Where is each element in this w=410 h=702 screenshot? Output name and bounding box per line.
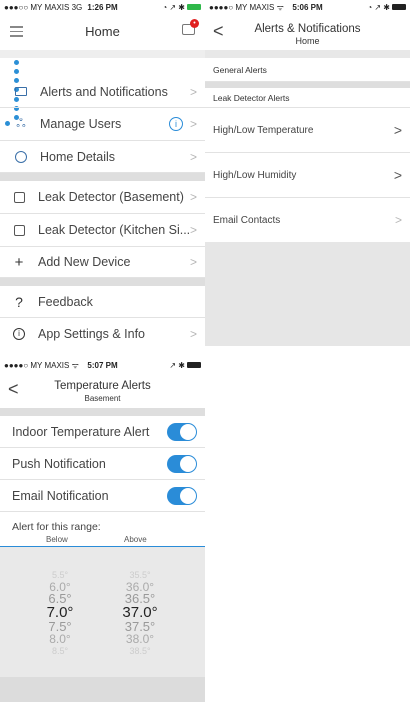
chevron-right-icon: >	[393, 167, 402, 183]
globe-icon	[14, 150, 28, 164]
separator	[0, 278, 205, 286]
menu-item-app-settings[interactable]: i App Settings & Info >	[0, 318, 205, 350]
menu-item-label: Add New Device	[38, 255, 131, 269]
above-picker-column[interactable]: 35.5° 36.0° 36.5° 37.0° 37.5° 38.0° 38.5…	[108, 569, 172, 657]
empty-area	[0, 677, 205, 702]
toggle-row-email-notification: Email Notification	[0, 480, 205, 512]
menu-item-leak-kitchen[interactable]: Leak Detector (Kitchen Si... >	[0, 214, 205, 247]
chevron-right-icon: >	[189, 255, 197, 269]
info-circle-icon: i	[12, 327, 26, 341]
picker-value: 38.0°	[125, 632, 155, 646]
device-icon	[12, 223, 26, 237]
chevron-right-icon: >	[394, 213, 402, 227]
page-title: Alerts & Notifications	[254, 23, 361, 35]
separator	[0, 173, 205, 181]
menu-item-leak-basement[interactable]: Leak Detector (Basement) >	[0, 181, 205, 214]
page-subtitle: Home	[295, 36, 320, 46]
temperature-navbar: < Temperature Alerts Basement	[0, 372, 205, 408]
menu-item-add-device[interactable]: + Add New Device >	[0, 247, 205, 278]
picker-value: 8.0°	[49, 632, 71, 646]
email-notification-toggle[interactable]	[167, 486, 197, 505]
status-bar: ●●●○○ MY MAXIS 3G 1:26 PM ◔ ↗ ✱	[0, 0, 205, 14]
below-label: Below	[46, 535, 68, 544]
menu-item-home-details[interactable]: Home Details >	[0, 141, 205, 173]
menu-item-label: Manage Users	[40, 117, 122, 131]
temperature-alerts-screen: ●●●●○ MY MAXIS ᯤ 5:07 PM ↗ ✱ < Temperatu…	[0, 358, 205, 702]
separator	[205, 50, 410, 58]
chevron-right-icon: >	[189, 149, 197, 164]
page-subtitle: Basement	[84, 394, 121, 403]
menu-item-label: App Settings & Info	[38, 327, 146, 341]
chevron-right-icon: >	[189, 117, 197, 131]
chevron-right-icon: >	[189, 223, 197, 237]
status-bar: ●●●●○ MY MAXIS ᯤ 5:06 PM ◔ ↗ ✱	[205, 0, 410, 14]
temperature-picker[interactable]: 5.5° 6.0° 6.5° 7.0° 7.5° 8.0° 8.5° 35.5°…	[0, 547, 205, 677]
separator	[0, 50, 205, 58]
status-time: 5:07 PM	[87, 360, 118, 370]
alerts-screen: ●●●●○ MY MAXIS ᯤ 5:06 PM ◔ ↗ ✱ < Alerts …	[205, 0, 410, 350]
section-label: Leak Detector Alerts	[213, 92, 290, 103]
below-picker-column[interactable]: 5.5° 6.0° 6.5° 7.0° 7.5° 8.0° 8.5°	[30, 569, 90, 657]
status-time: 5:06 PM	[292, 2, 323, 12]
plus-icon: +	[14, 253, 24, 271]
menu-item-label: Alerts and Notifications	[40, 84, 168, 99]
section-label: General Alerts	[213, 64, 267, 75]
section-leak-detector-alerts: Leak Detector Alerts	[205, 88, 410, 108]
indoor-temperature-toggle[interactable]	[167, 422, 197, 441]
range-label: Alert for this range:	[12, 521, 101, 533]
menu-item-alerts[interactable]: Alerts and Notifications >	[0, 76, 205, 108]
home-navbar: Home •	[0, 14, 205, 50]
chevron-right-icon: >	[189, 84, 197, 99]
users-icon: ஃ	[16, 116, 26, 130]
chevron-right-icon: >	[393, 122, 402, 138]
row-high-low-temperature[interactable]: High/Low Temperature >	[205, 108, 410, 153]
chevron-right-icon: >	[189, 327, 197, 341]
row-label: High/Low Humidity	[213, 169, 297, 181]
info-icon[interactable]: i	[169, 117, 183, 131]
above-label: Above	[124, 535, 147, 544]
chat-icon	[14, 85, 28, 99]
toggle-label: Push Notification	[12, 456, 106, 471]
status-bar: ●●●●○ MY MAXIS ᯤ 5:07 PM ↗ ✱	[0, 358, 205, 372]
menu-item-manage-users[interactable]: ஃ Manage Users i >	[0, 108, 205, 141]
menu-item-label: Leak Detector (Kitchen Si...	[38, 223, 191, 237]
picker-value: 8.5°	[51, 646, 69, 656]
question-icon: ?	[15, 293, 23, 310]
menu-item-label: Leak Detector (Basement)	[38, 190, 184, 204]
row-email-contacts[interactable]: Email Contacts >	[205, 198, 410, 242]
menu-item-label: Feedback	[38, 294, 93, 309]
device-icon	[12, 190, 26, 204]
row-high-low-humidity[interactable]: High/Low Humidity >	[205, 153, 410, 198]
row-label: High/Low Temperature	[213, 124, 314, 136]
picker-value: 38.5°	[129, 646, 151, 656]
toggle-label: Indoor Temperature Alert	[12, 424, 150, 439]
notification-badge: •	[190, 19, 199, 28]
menu-item-feedback[interactable]: ? Feedback	[0, 286, 205, 318]
page-title: Temperature Alerts	[54, 380, 151, 392]
toggle-row-indoor-temperature: Indoor Temperature Alert	[0, 416, 205, 448]
chevron-right-icon: >	[189, 190, 197, 204]
menu-item-label: Home Details	[40, 149, 116, 164]
alerts-navbar: < Alerts & Notifications Home	[205, 14, 410, 50]
status-time: 1:26 PM	[87, 2, 118, 12]
separator	[0, 408, 205, 416]
toggle-label: Email Notification	[12, 488, 109, 503]
page-title: Home	[85, 24, 120, 39]
home-screen: ●●●○○ MY MAXIS 3G 1:26 PM ◔ ↗ ✱ Home • A…	[0, 0, 205, 350]
empty-area	[205, 242, 410, 346]
row-label: Email Contacts	[213, 214, 281, 226]
push-notification-toggle[interactable]	[167, 454, 197, 473]
section-general-alerts[interactable]: General Alerts	[205, 58, 410, 82]
toggle-row-push-notification: Push Notification	[0, 448, 205, 480]
